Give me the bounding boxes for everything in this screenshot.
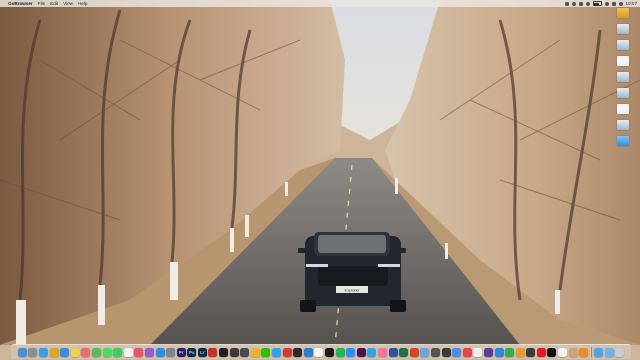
screenshot-icon (617, 24, 629, 34)
dock-books-icon[interactable] (579, 347, 589, 357)
dock-slack-icon[interactable] (356, 347, 366, 357)
desktop-icon-screenshot-2[interactable] (617, 40, 629, 50)
desktop-icon-screenshot[interactable] (617, 24, 629, 34)
menu-app-name[interactable]: GoBrowser (8, 0, 33, 7)
spotlight-search-icon[interactable] (611, 1, 616, 6)
dock-baidu-netdisk-icon[interactable] (452, 347, 462, 357)
dock-premiere-icon[interactable]: Pr (176, 347, 186, 357)
dock-davinci-icon[interactable] (240, 347, 250, 357)
dock-photos-icon[interactable] (81, 347, 91, 357)
dock-vscode-icon[interactable] (303, 347, 313, 357)
dock-telegram-icon[interactable] (367, 347, 377, 357)
dock-typora-icon[interactable] (473, 347, 483, 357)
screenshot-icon (617, 88, 629, 98)
dock-maps-icon[interactable] (91, 347, 101, 357)
dock-documents-folder-icon[interactable] (604, 347, 614, 357)
menu-bar: GoBrowser File Edit View Help 10:07 (0, 0, 640, 7)
dock-spotify-icon[interactable] (335, 347, 345, 357)
wifi-icon[interactable] (604, 1, 609, 6)
dock-obs-icon[interactable] (293, 347, 303, 357)
document-icon (617, 104, 629, 114)
desktop-icon-column (614, 8, 632, 146)
dock-notes-icon[interactable] (70, 347, 80, 357)
folder-icon (617, 8, 629, 18)
status-wechat-icon[interactable] (571, 1, 576, 6)
status-network-icon[interactable] (585, 1, 590, 6)
dock-excel-icon[interactable] (399, 347, 409, 357)
dock-xmind-icon[interactable] (462, 347, 472, 357)
dock-final-cut-icon[interactable] (229, 347, 239, 357)
dock-word-icon[interactable] (388, 347, 398, 357)
control-center-icon[interactable] (618, 1, 623, 6)
dock-qq-icon[interactable] (272, 347, 282, 357)
menu-clock[interactable]: 10:07 (626, 0, 638, 7)
dock-sketch-icon[interactable] (250, 347, 260, 357)
menu-edit[interactable]: Edit (50, 0, 58, 7)
dock-chrome-icon[interactable] (49, 347, 59, 357)
dock-weibo-icon[interactable] (536, 347, 546, 357)
document-icon (617, 56, 629, 66)
desktop-icon-screenshot-4[interactable] (617, 88, 629, 98)
dock-photoshop-icon[interactable]: Ps (187, 347, 197, 357)
dock-powerpoint-icon[interactable] (409, 347, 419, 357)
dock-launchpad-icon[interactable] (28, 347, 38, 357)
dock-podcasts-icon[interactable] (144, 347, 154, 357)
dock-contacts-icon[interactable] (568, 347, 578, 357)
dock-calculator-icon[interactable] (430, 347, 440, 357)
dock-pages-icon[interactable] (515, 347, 525, 357)
dock-reminders-icon[interactable] (558, 347, 568, 357)
dock-downloads-folder-icon[interactable] (594, 347, 604, 357)
dock-trash-icon[interactable] (615, 347, 625, 357)
dock-system-settings-icon[interactable] (166, 347, 176, 357)
dock-numbers-icon[interactable] (505, 347, 515, 357)
dock-notion-icon[interactable] (314, 347, 324, 357)
desktop-icon-folder[interactable] (617, 8, 629, 18)
dock-messages-icon[interactable] (102, 347, 112, 357)
dock-activity-monitor-icon[interactable] (441, 347, 451, 357)
dock-app-store-icon[interactable] (155, 347, 165, 357)
dock-terminal-icon[interactable] (219, 347, 229, 357)
desktop-icon-folder-blue[interactable] (617, 136, 629, 146)
dock-facetime-icon[interactable] (113, 347, 123, 357)
dock-iina-icon[interactable] (483, 347, 493, 357)
dock-calendar-icon[interactable] (123, 347, 133, 357)
dock-separator (590, 347, 592, 357)
dock-figma-icon[interactable] (325, 347, 334, 357)
dock-music-icon[interactable] (134, 347, 144, 357)
dock-netease-music-icon[interactable] (282, 347, 292, 357)
desktop-icon-document-2[interactable] (617, 104, 629, 114)
status-app-icon[interactable] (564, 1, 569, 6)
dock-douyin-icon[interactable] (547, 347, 557, 357)
dock-keynote-icon[interactable] (494, 347, 504, 357)
desktop-icon-document[interactable] (617, 56, 629, 66)
dock-mail-icon[interactable] (60, 347, 70, 357)
menu-help[interactable]: Help (78, 0, 87, 7)
screenshot-icon (617, 40, 629, 50)
dock-acrobat-icon[interactable] (208, 347, 218, 357)
dock-finder-icon[interactable] (17, 347, 27, 357)
dock-zoom-icon[interactable] (346, 347, 356, 357)
dock-safari-icon[interactable] (38, 347, 48, 357)
folder-blue-icon (617, 136, 629, 146)
desktop-icon-screenshot-5[interactable] (617, 120, 629, 130)
dock-quicktime-icon[interactable] (526, 347, 536, 357)
license-plate-text: Explorer (345, 288, 361, 293)
status-cloud-icon[interactable] (578, 1, 583, 6)
desktop-icon-screenshot-3[interactable] (617, 72, 629, 82)
dock-lightroom-icon[interactable]: Lr (197, 347, 207, 357)
menu-file[interactable]: File (38, 0, 45, 7)
screenshot-icon (617, 120, 629, 130)
battery-icon[interactable] (592, 1, 602, 6)
desktop-wallpaper: Explorer (0, 0, 640, 360)
dock-wechat-icon[interactable] (261, 347, 271, 357)
dock-preview-icon[interactable] (420, 347, 430, 357)
screenshot-icon (617, 72, 629, 82)
menu-view[interactable]: View (63, 0, 73, 7)
dock: Pr Ps Lr (11, 344, 631, 359)
dock-bilibili-icon[interactable] (377, 347, 387, 357)
